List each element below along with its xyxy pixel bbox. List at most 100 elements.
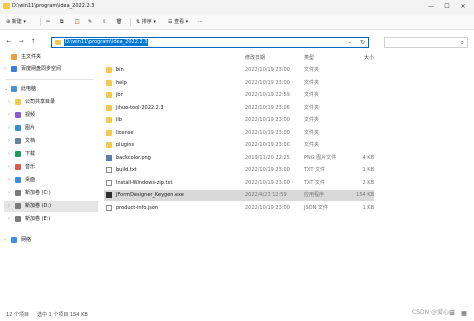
forward-button[interactable]: → [16,37,26,47]
chevron-right-icon[interactable]: › [8,216,10,223]
paste-icon[interactable]: 📋 [74,17,80,27]
file-name: backcolor.png [116,154,151,161]
png-file-icon [106,154,112,161]
file-name: build.txt [116,167,137,173]
file-size: 154 KB [356,192,374,198]
copy-icon[interactable]: ⧉ [60,17,64,27]
sidebar-item-this-pc[interactable]: ⌄ 此电脑 [0,84,98,95]
file-row[interactable]: plugins 2022/10/19 23:00 文件夹 [104,140,374,151]
sidebar-item-label: 此电脑 [21,86,37,92]
file-row[interactable]: jbr 2022/10/19 22:59 文件夹 [104,90,374,101]
sidebar-item-drive-e[interactable]: › 新加卷 (E:) [4,214,102,225]
back-button[interactable]: ← [4,37,14,47]
drive-icon [15,190,21,196]
share-icon[interactable]: ⇪ [102,17,106,27]
sidebar-item-drive-c[interactable]: › 新加卷 (C:) [4,188,102,199]
sidebar-item-label: 公司共享目录 [25,99,56,105]
chevron-down-icon[interactable]: ⌄ [4,86,8,93]
sort-button[interactable]: ⇅ 排序 ▾ [136,17,156,27]
address-input[interactable]: D:\win11\program\idea_2022.2.3 [64,39,149,46]
more-options-button[interactable]: ··· [198,17,203,27]
chevron-right-icon[interactable]: › [8,203,10,210]
chevron-right-icon[interactable]: › [8,125,10,132]
home-icon [11,54,17,60]
file-name: license [116,129,134,136]
refresh-icon[interactable]: ↻ [360,39,365,46]
file-row[interactable]: backcolor.png 2019/11/20 22:25 PNG 图片文件 4 K… [104,153,374,164]
file-row[interactable]: Install-Windows-zip.txt 2022/10/19 23:00 T… [104,178,374,189]
window-title: D:\win11\program\idea_2022.2.3 [12,3,95,9]
view-button[interactable]: ☰ 查看 ▾ [168,17,188,27]
sidebar-item-desktop[interactable]: › 桌面 [4,175,102,186]
sidebar-item-label: 主文件夹 [21,54,42,60]
up-button[interactable]: ↑ [28,37,38,47]
chevron-right-icon[interactable]: › [8,190,10,197]
search-input[interactable]: ⌕ [384,37,468,48]
sidebar-item-label: 图片 [25,125,36,131]
chevron-right-icon[interactable]: › [8,151,10,158]
rename-icon[interactable]: ✎ [88,17,92,27]
file-type: 文件夹 [304,117,320,123]
folder-icon [106,129,112,136]
file-date: 2019/11/20 22:25 [245,154,290,161]
sidebar-item-pictures[interactable]: › 图片 [4,123,102,134]
maximize-button[interactable]: ☐ [440,2,454,11]
file-name: plugins [116,142,135,148]
json-file-icon [106,204,112,211]
column-header-date[interactable]: 修改日期 [245,54,265,62]
sidebar-item-documents[interactable]: › 文档 [4,136,102,147]
sidebar-item-downloads[interactable]: › 下载 [4,149,102,160]
file-type: 文件夹 [304,92,320,98]
column-header-size[interactable]: 大小 [364,54,374,62]
address-bar[interactable]: D:\win11\program\idea_2022.2.3 ⌄ ↻ [51,37,369,48]
column-header-type[interactable]: 类型 [304,54,314,62]
sidebar-item-baidu-sync[interactable]: › 百度网盘同步空间 [0,64,98,75]
sidebar-item-shared[interactable]: › 公司共享目录 [4,97,102,108]
file-row[interactable]: jihuo-tool-2022.2.3 2022/10/19 23:06 文件夹 [104,103,374,114]
chevron-right-icon[interactable]: › [8,99,10,106]
txt-file-icon [106,179,112,186]
file-date: 2022/10/19 23:00 [245,129,290,136]
file-row[interactable]: JFormDesigner_Keygen.exe 2022/4/23 12:59 应… [104,190,374,201]
file-type: 文件夹 [304,79,320,86]
close-button[interactable]: ✕ [456,2,470,11]
file-date: 2022/10/19 23:00 [245,117,290,123]
cut-icon[interactable]: ✂ [46,17,50,27]
new-button[interactable]: ⊕ 新建 ▾ [6,17,26,27]
download-icon [15,151,21,157]
sidebar-item-label: 下载 [25,151,36,157]
sidebar-item-label: 新加卷 (E:) [25,216,51,222]
chevron-right-icon[interactable]: › [8,112,10,119]
toolbar-divider [130,18,131,26]
sidebar-item-videos[interactable]: › 视频 [4,110,102,121]
chevron-right-icon[interactable]: › [8,177,10,184]
delete-icon[interactable]: 🗑 [116,17,122,27]
chevron-right-icon[interactable]: › [4,66,6,73]
chevron-down-icon[interactable]: ⌄ [348,39,352,46]
file-type: PNG 图片文件 [304,154,337,161]
sidebar-item-label: 百度网盘同步空间 [21,66,62,72]
file-row[interactable]: lib 2022/10/19 23:00 文件夹 [104,115,374,126]
sidebar-item-label: 视频 [25,112,36,118]
music-icon [15,164,21,170]
file-row[interactable]: help 2022/10/19 23:00 文件夹 [104,78,374,89]
tiles-view-icon[interactable]: ▦ [460,310,468,318]
file-row[interactable]: license 2022/10/19 23:00 文件夹 [104,128,374,139]
sidebar-item-music[interactable]: › 音乐 [4,162,102,173]
sidebar-item-home[interactable]: 主文件夹 [0,52,98,63]
file-name: jihuo-tool-2022.2.3 [116,104,164,111]
file-date: 2022/10/19 23:00 [245,179,290,186]
sidebar-item-drive-d[interactable]: › 新加卷 (D:) [4,201,98,212]
minimize-button[interactable]: — [424,2,438,11]
file-date: 2022/10/19 22:59 [245,92,290,98]
folder-icon [55,40,61,45]
chevron-right-icon[interactable]: › [8,164,10,171]
chevron-right-icon[interactable]: › [8,138,10,145]
file-row[interactable]: product-info.json 2022/10/19 23:00 JSON 文件… [104,203,374,214]
chevron-right-icon[interactable]: › [4,237,6,244]
file-date: 2022/10/19 23:00 [245,79,290,86]
folder-icon [106,67,112,73]
sidebar-item-network[interactable]: › 网络 [0,235,98,246]
file-row[interactable]: build.txt 2022/10/19 23:00 TXT 文件 1 KB [104,165,374,176]
file-row[interactable]: bin 2022/10/19 23:00 文件夹 [104,65,374,76]
